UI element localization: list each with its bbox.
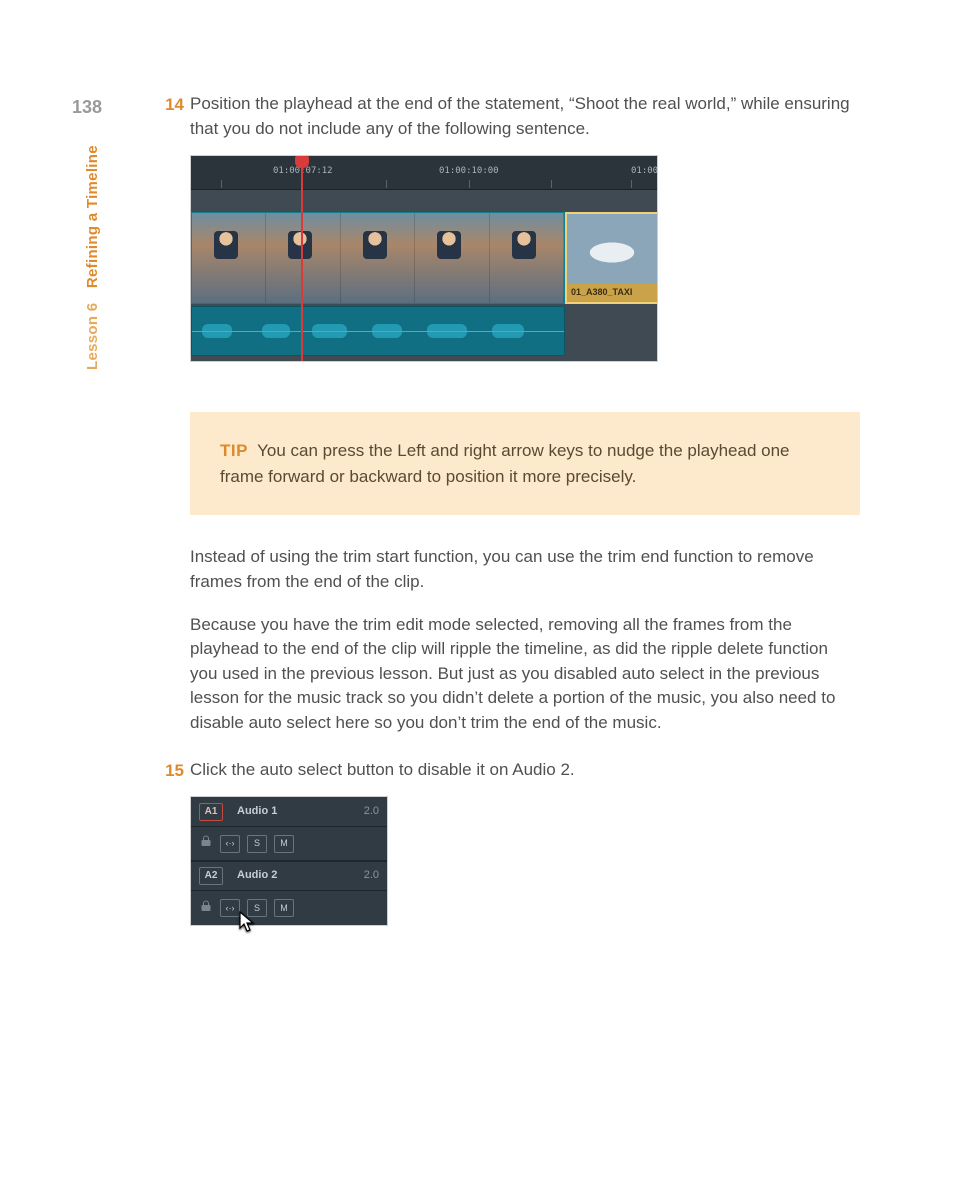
chapter-label: Lesson 6 Refining a Timeline bbox=[82, 145, 104, 370]
track-channels: 2.0 bbox=[364, 868, 379, 884]
clip-name-label: 01_A380_TAXI bbox=[567, 284, 657, 302]
tip-label: TIP bbox=[220, 441, 248, 460]
solo-button[interactable]: S bbox=[247, 835, 267, 853]
step-text: Position the playhead at the end of the … bbox=[190, 92, 860, 141]
track-name: Audio 2 bbox=[237, 868, 277, 884]
lesson-title: Refining a Timeline bbox=[84, 145, 101, 288]
step-15: 15 Click the auto select button to disab… bbox=[190, 758, 860, 927]
track-controls-a1: ‹·› S M bbox=[191, 827, 387, 861]
track-header-screenshot: A1 Audio 1 2.0 ‹·› S M A2 Audio 2 2.0 bbox=[190, 796, 388, 926]
step-text: Click the auto select button to disable … bbox=[190, 758, 860, 783]
video-clip-interview[interactable] bbox=[191, 212, 565, 304]
step-number: 15 bbox=[156, 759, 184, 784]
video-track: 01_A380_TAXI bbox=[191, 212, 657, 304]
track-name: Audio 1 bbox=[237, 804, 277, 820]
timeline-screenshot: 01:00:07:12 01:00:10:00 01:00:12 01_A380… bbox=[190, 155, 658, 362]
tip-text: You can press the Left and right arrow k… bbox=[220, 441, 790, 486]
body-paragraph: Because you have the trim edit mode sele… bbox=[190, 613, 860, 736]
video-clip-selected[interactable]: 01_A380_TAXI bbox=[565, 212, 658, 304]
track-controls-a2: ‹·› S M bbox=[191, 891, 387, 925]
track-id-badge: A1 bbox=[199, 803, 223, 821]
mute-button[interactable]: M bbox=[274, 835, 294, 853]
timecode-label: 01:00:10:00 bbox=[439, 165, 499, 178]
step-number: 14 bbox=[156, 93, 184, 118]
mouse-cursor-icon bbox=[239, 911, 257, 933]
timeline-ruler: 01:00:07:12 01:00:10:00 01:00:12 bbox=[191, 156, 657, 190]
auto-select-button[interactable]: ‹·› bbox=[220, 899, 240, 917]
playhead[interactable] bbox=[301, 156, 303, 361]
track-channels: 2.0 bbox=[364, 804, 379, 820]
track-id-badge: A2 bbox=[199, 867, 223, 885]
track-header-a2[interactable]: A2 Audio 2 2.0 bbox=[191, 861, 387, 891]
audio-clip[interactable] bbox=[191, 306, 565, 356]
tip-callout: TIP You can press the Left and right arr… bbox=[190, 412, 860, 515]
timecode-label: 01:00:12 bbox=[631, 165, 658, 178]
airplane-thumbnail bbox=[567, 214, 657, 284]
lock-icon[interactable] bbox=[199, 900, 213, 917]
page-number: 138 bbox=[72, 94, 102, 120]
mute-button[interactable]: M bbox=[274, 899, 294, 917]
auto-select-button[interactable]: ‹·› bbox=[220, 835, 240, 853]
track-header-a1[interactable]: A1 Audio 1 2.0 bbox=[191, 797, 387, 827]
body-paragraph: Instead of using the trim start function… bbox=[190, 545, 860, 594]
lesson-number: Lesson 6 bbox=[84, 303, 101, 370]
lock-icon[interactable] bbox=[199, 835, 213, 852]
step-14: 14 Position the playhead at the end of t… bbox=[190, 92, 860, 362]
